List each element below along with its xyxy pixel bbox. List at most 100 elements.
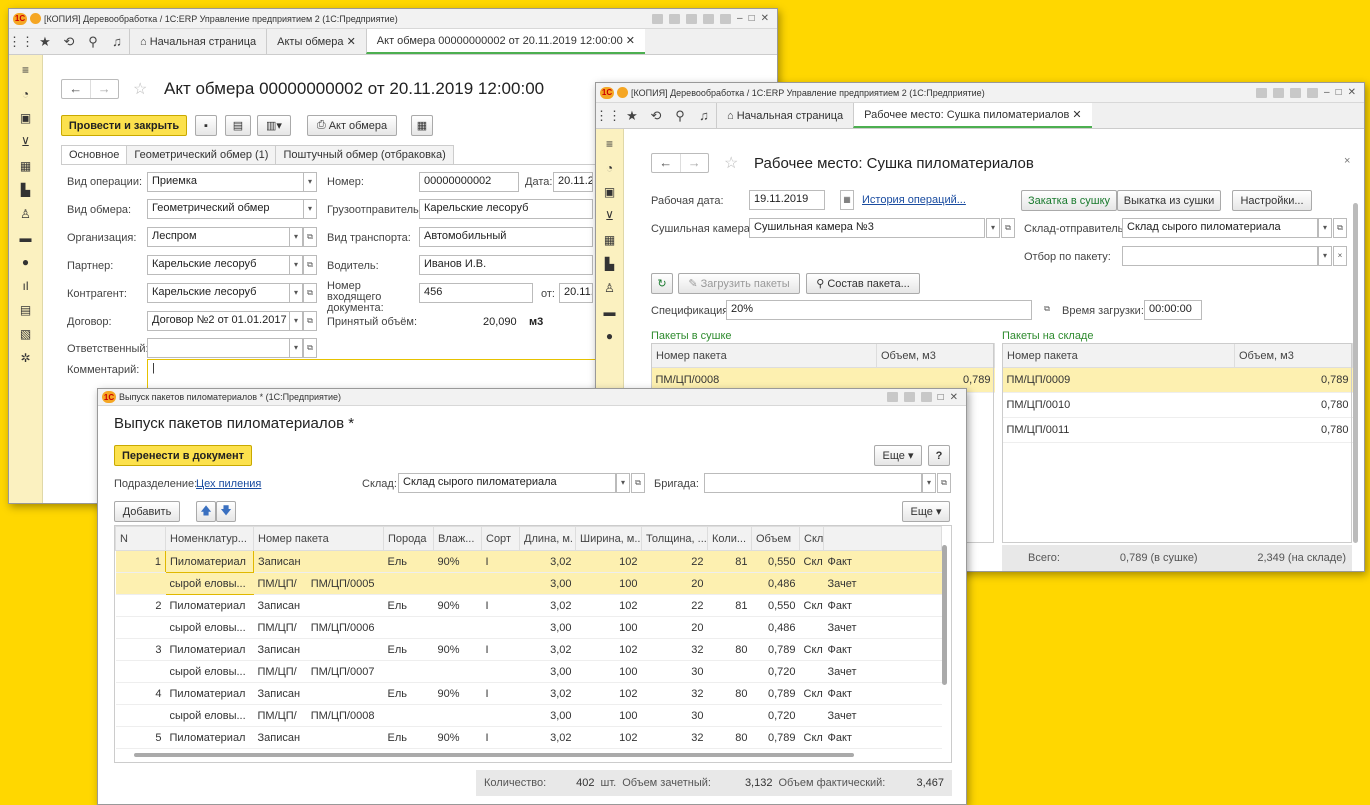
- chamber-field[interactable]: Сушильная камера №3: [749, 218, 985, 238]
- more-button[interactable]: Еще ▾: [874, 445, 922, 466]
- bag-icon[interactable]: ▣: [20, 111, 31, 126]
- table-row[interactable]: 4 Пиломатериал Записан Ель 90% I 3,02 102 32 80 0,…: [115, 682, 942, 705]
- back-icon[interactable]: ←: [652, 154, 680, 172]
- settings-button[interactable]: Настройки...: [1232, 190, 1312, 211]
- op-field[interactable]: Приемка: [147, 172, 317, 192]
- table-row-sub[interactable]: сырой еловы... ПМ/ЦП/ПМ/ЦП/0005 3,00 100 20 0…: [115, 572, 942, 595]
- book-icon[interactable]: ▧: [20, 327, 31, 342]
- filter-field[interactable]: [1122, 246, 1318, 266]
- scrollbar[interactable]: [1353, 203, 1358, 543]
- favorite-star-icon[interactable]: ☆: [133, 79, 147, 99]
- open-icon[interactable]: ⧉: [1333, 218, 1347, 238]
- clear-icon[interactable]: ×: [1333, 246, 1347, 266]
- apps-grid-icon[interactable]: ⋮⋮: [596, 103, 621, 128]
- open-icon[interactable]: ⧉: [631, 473, 645, 493]
- open-icon[interactable]: ⧉: [1001, 218, 1015, 238]
- refresh-icon[interactable]: ↻: [651, 273, 673, 294]
- toolbar-icon[interactable]: [886, 392, 898, 402]
- chevron-down-icon[interactable]: ▾: [922, 473, 936, 493]
- number-field[interactable]: 00000000002: [419, 172, 519, 192]
- print-act-button[interactable]: ⎙ Акт обмера: [307, 115, 397, 136]
- tab-drying[interactable]: Рабочее место: Сушка пиломатериалов ✕: [853, 103, 1092, 128]
- maximize-icon[interactable]: □: [938, 392, 944, 403]
- tab-act-current[interactable]: Акт обмера 00000000002 от 20.11.2019 12:…: [365, 29, 646, 54]
- toolbar-icon[interactable]: [669, 13, 680, 24]
- dept-link[interactable]: Цех пиления: [196, 478, 261, 490]
- money-icon[interactable]: ▬: [20, 231, 32, 246]
- search-icon[interactable]: ⚲: [668, 103, 692, 128]
- indoc-field[interactable]: 456: [419, 283, 533, 303]
- minimize-icon[interactable]: –: [1324, 87, 1330, 98]
- help-button[interactable]: ?: [928, 445, 950, 466]
- toolbar-icon[interactable]: [720, 13, 731, 24]
- ruble-icon[interactable]: ●: [606, 329, 613, 344]
- gear-icon[interactable]: ✲: [20, 351, 30, 366]
- contractor-field[interactable]: Карельские лесоруб: [147, 283, 297, 303]
- warehouse-field[interactable]: Склад сырого пиломатериала: [398, 473, 616, 493]
- table-row-sub[interactable]: сырой еловы... ПМ/ЦП/ПМ/ЦП/0006 3,00 100 20 0…: [115, 616, 942, 639]
- toolbar-icon[interactable]: [703, 13, 714, 24]
- chevron-down-icon[interactable]: ▾: [289, 311, 303, 331]
- spec-field[interactable]: 20%: [726, 300, 1032, 320]
- tab-home[interactable]: ⌂ Начальная страница: [716, 103, 853, 128]
- table-row[interactable]: 1 Пиломатериал Записан Ель 90% I 3,02 102 22 81 0,…: [115, 550, 942, 573]
- open-icon[interactable]: ⧉: [303, 283, 317, 303]
- search-icon[interactable]: ⚲: [81, 29, 105, 54]
- history-icon[interactable]: ⟲: [644, 103, 668, 128]
- table-row-sub[interactable]: сырой еловы... ПМ/ЦП/ПМ/ЦП/0008 3,00 100 30 0…: [115, 704, 942, 727]
- open-icon[interactable]: ⧉: [1040, 300, 1054, 320]
- table-hscrollbar[interactable]: [134, 753, 854, 757]
- toolbar-icon[interactable]: [1273, 87, 1284, 98]
- load-packs-button[interactable]: ✎ Загрузить пакеты: [678, 273, 800, 294]
- history-icon[interactable]: ⟲: [57, 29, 81, 54]
- menu-icon[interactable]: ≡: [22, 63, 29, 78]
- close-icon[interactable]: ✕: [950, 392, 958, 403]
- cart-icon[interactable]: ⊻: [605, 209, 614, 224]
- menu-dropdown-icon[interactable]: [617, 87, 628, 98]
- brigade-field[interactable]: [704, 473, 922, 493]
- table-row[interactable]: 3 Пиломатериал Записан Ель 90% I 3,02 102 32 80 0,…: [115, 638, 942, 661]
- open-icon[interactable]: ⧉: [303, 311, 317, 331]
- open-icon[interactable]: ⧉: [303, 255, 317, 275]
- calc-icon[interactable]: ▤: [20, 303, 31, 318]
- save-icon[interactable]: ▪: [195, 115, 217, 136]
- chart-icon[interactable]: ◔: [22, 87, 29, 102]
- open-icon[interactable]: ⧉: [303, 227, 317, 247]
- factory-icon[interactable]: ▙: [605, 257, 614, 272]
- sender-field[interactable]: Склад сырого пиломатериала: [1122, 218, 1318, 238]
- tab-acts[interactable]: Акты обмера ✕: [266, 29, 366, 54]
- forward-icon[interactable]: →: [89, 80, 119, 98]
- person-icon[interactable]: ♙: [604, 281, 615, 296]
- toolbar-icon[interactable]: [1290, 87, 1301, 98]
- chevron-down-icon[interactable]: ▾: [986, 218, 1000, 238]
- tab-geometric[interactable]: Геометрический обмер (1): [126, 145, 277, 165]
- table-row[interactable]: 5 Пиломатериал Записан Ель 90% I 3,02 102 32 80 0,…: [115, 726, 942, 749]
- close-icon[interactable]: ✕: [761, 13, 769, 24]
- chevron-down-icon[interactable]: ▾: [289, 283, 303, 303]
- toolbar-icon[interactable]: [920, 392, 932, 402]
- transfer-to-doc-button[interactable]: Перенести в документ: [114, 445, 252, 466]
- bag-icon[interactable]: ▣: [604, 185, 615, 200]
- chevron-down-icon[interactable]: ▾: [303, 199, 317, 219]
- bell-icon[interactable]: ♫: [692, 103, 716, 128]
- pack-content-button[interactable]: ⚲ Состав пакета...: [806, 273, 920, 294]
- warehouse-icon[interactable]: ▦: [604, 233, 615, 248]
- money-icon[interactable]: ▬: [604, 305, 616, 320]
- chevron-down-icon[interactable]: ▾: [1318, 246, 1332, 266]
- apps-grid-icon[interactable]: ⋮⋮: [9, 29, 34, 54]
- report-icon[interactable]: ıl: [23, 279, 29, 294]
- load-in-button[interactable]: Закатка в сушку: [1021, 190, 1117, 211]
- load-out-button[interactable]: Выкатка из сушки: [1117, 190, 1221, 211]
- table-row[interactable]: 2 Пиломатериал Записан Ель 90% I 3,02 102 22 81 0,…: [115, 594, 942, 617]
- date-field[interactable]: 20.11.2019: [553, 172, 593, 192]
- forward-icon[interactable]: →: [679, 154, 709, 172]
- move-up-icon[interactable]: 🡅: [196, 501, 216, 522]
- minimize-icon[interactable]: –: [737, 13, 743, 24]
- toolbar-icon[interactable]: [686, 13, 697, 24]
- warehouse-icon[interactable]: ▦: [20, 159, 31, 174]
- tab-piece[interactable]: Поштучный обмер (отбраковка): [275, 145, 454, 165]
- toolbar-icon[interactable]: [652, 13, 663, 24]
- transport-field[interactable]: Автомобильный: [419, 227, 593, 247]
- chart-icon[interactable]: ◔: [606, 161, 613, 176]
- bell-icon[interactable]: ♫: [105, 29, 129, 54]
